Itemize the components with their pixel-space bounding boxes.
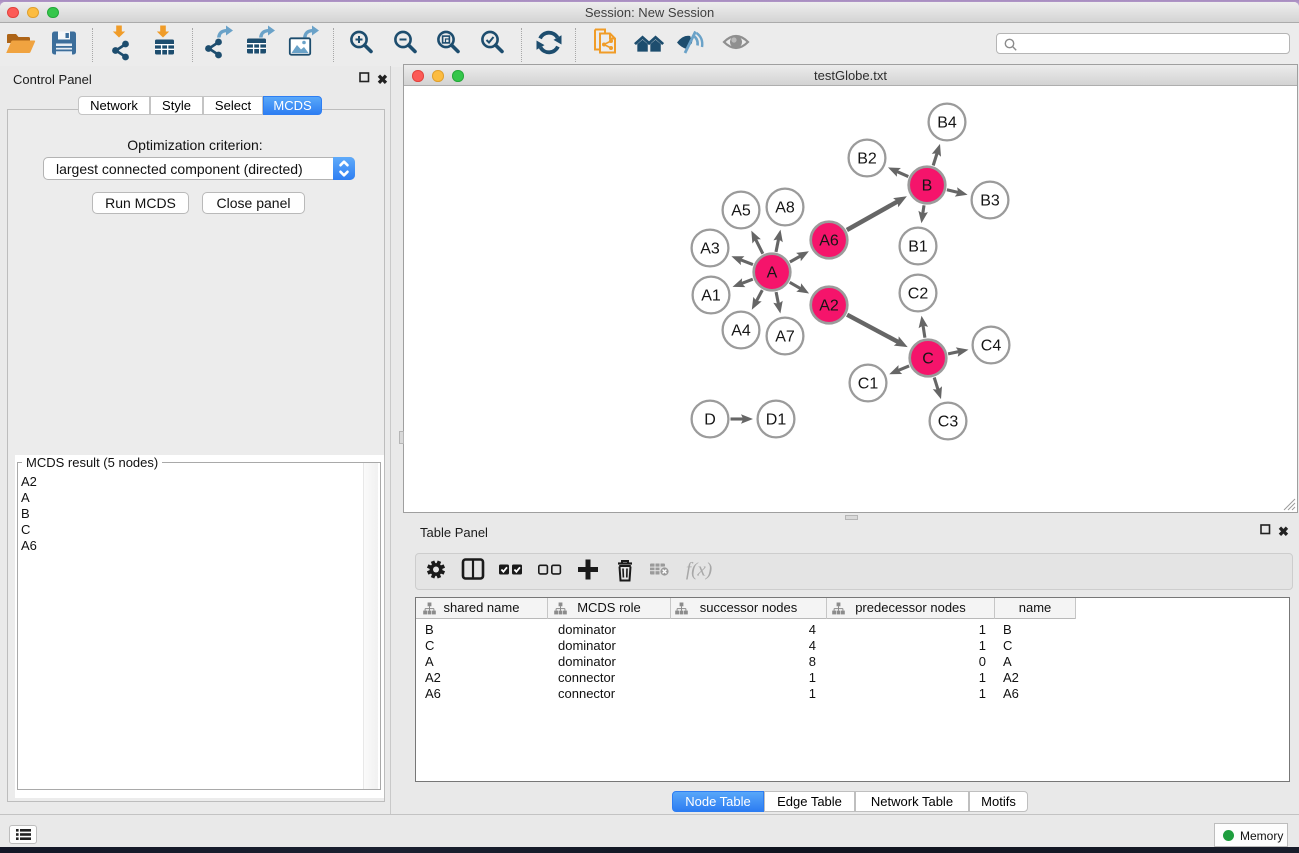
svg-text:f(x): f(x) <box>686 559 712 580</box>
svg-text:A: A <box>767 265 778 282</box>
svg-text:A7: A7 <box>775 329 795 346</box>
svg-text:C4: C4 <box>981 338 1002 355</box>
svg-text:B: B <box>922 178 933 195</box>
svg-text:B3: B3 <box>980 193 1000 210</box>
svg-text:C2: C2 <box>908 286 929 303</box>
svg-text:A5: A5 <box>731 203 751 220</box>
svg-text:C3: C3 <box>938 414 959 431</box>
svg-text:B1: B1 <box>908 239 928 256</box>
svg-text:A1: A1 <box>701 288 721 305</box>
svg-text:C1: C1 <box>858 376 879 393</box>
svg-text:A6: A6 <box>819 233 839 250</box>
svg-text:A3: A3 <box>700 241 720 258</box>
svg-text:D1: D1 <box>766 412 787 429</box>
svg-text:A2: A2 <box>819 298 839 315</box>
svg-text:B2: B2 <box>857 151 877 168</box>
svg-text:A4: A4 <box>731 323 751 340</box>
svg-text:B4: B4 <box>937 115 957 132</box>
svg-text:C: C <box>922 351 934 368</box>
svg-text:A8: A8 <box>775 200 795 217</box>
svg-text:D: D <box>704 412 716 429</box>
